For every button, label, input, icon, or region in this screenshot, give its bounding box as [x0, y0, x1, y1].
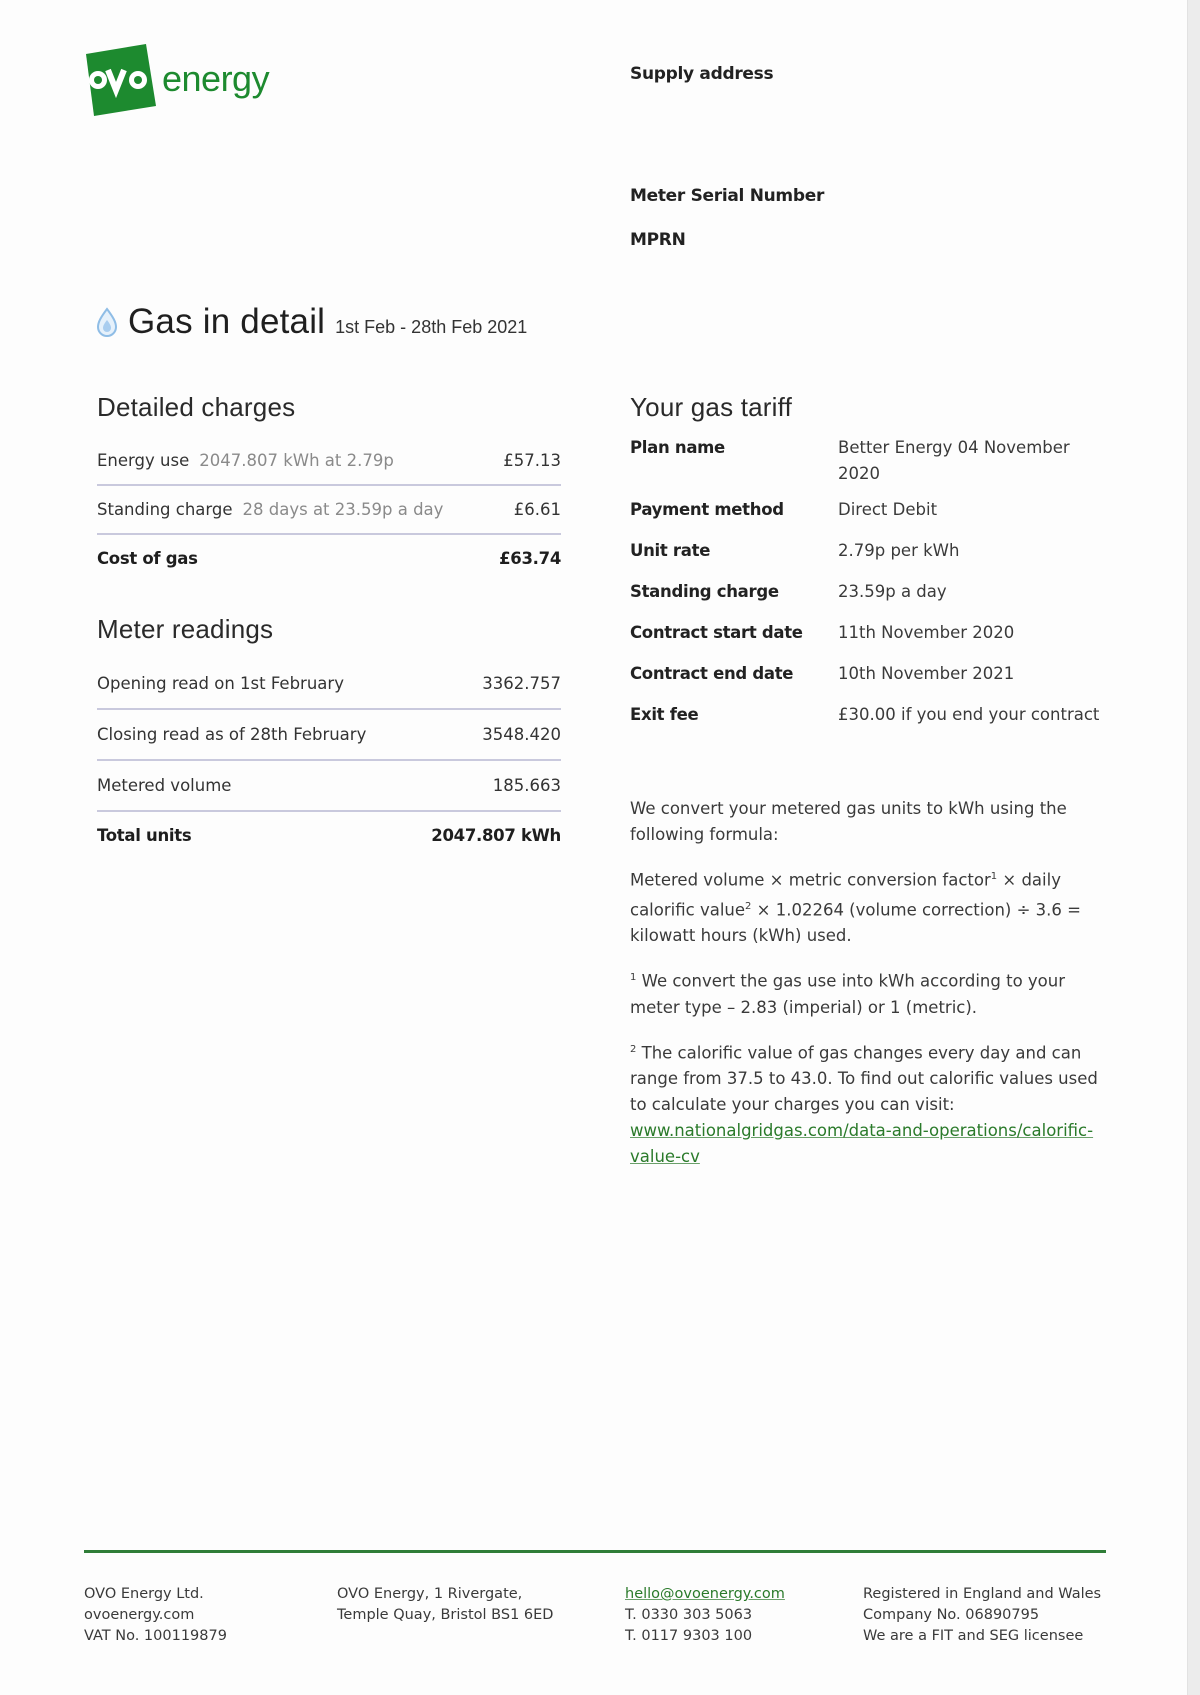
footer-company: OVO Energy Ltd. ovoenergy.com VAT No. 10…: [84, 1584, 227, 1647]
footnote-1: 1 We convert the gas use into kWh accord…: [630, 965, 1100, 1021]
gas-tariff-section: Your gas tariff Plan name Better Energy …: [630, 392, 1100, 743]
licensee-line: We are a FIT and SEG licensee: [863, 1628, 1084, 1644]
gas-drop-icon: [96, 307, 118, 337]
total-units-label: Total units: [97, 826, 192, 845]
page-title: Gas in detail 1st Feb - 28th Feb 2021: [96, 302, 527, 342]
page-heading: Gas in detail: [128, 302, 326, 341]
supply-address-label: Supply address: [630, 64, 774, 84]
reading-row: Closing read as of 28th February 3548.42…: [97, 710, 561, 761]
gas-tariff-heading: Your gas tariff: [630, 392, 792, 422]
address-line: Temple Quay, Bristol BS1 6ED: [337, 1607, 554, 1623]
tariff-row: Unit rate 2.79p per kWh: [630, 538, 1100, 564]
tariff-value: Direct Debit: [838, 500, 938, 519]
tariff-row: Standing charge 23.59p a day: [630, 579, 1100, 605]
reading-value: 3548.420: [482, 725, 561, 744]
tariff-key: Standing charge: [630, 582, 779, 601]
company-number: Company No. 06890795: [863, 1607, 1040, 1623]
charge-label: Energy use: [97, 451, 190, 470]
logo-wordmark: energy: [162, 58, 270, 99]
footer-contact: hello@ovoenergy.com T. 0330 303 5063 T. …: [625, 1584, 785, 1647]
mprn-label: MPRN: [630, 230, 686, 250]
tariff-key: Plan name: [630, 438, 725, 457]
charge-detail: 28 days at 23.59p a day: [242, 500, 444, 519]
detailed-charges-section: Detailed charges Energy use 2047.807 kWh …: [97, 392, 561, 582]
conversion-intro: We convert your metered gas units to kWh…: [630, 799, 1067, 844]
total-amount: £63.74: [499, 549, 561, 568]
tariff-key: Payment method: [630, 500, 784, 519]
footnote-text: The calorific value of gas changes every…: [630, 1043, 1098, 1114]
tariff-row: Contract start date 11th November 2020: [630, 620, 1100, 646]
total-units-value: 2047.807 kWh: [431, 826, 561, 845]
email-link[interactable]: hello@ovoenergy.com: [625, 1586, 785, 1602]
charge-row: Standing charge 28 days at 23.59p a day £…: [97, 486, 561, 535]
tariff-row: Exit fee £30.00 if you end your contract: [630, 702, 1100, 728]
charge-row: Energy use 2047.807 kWh at 2.79p £57.13: [97, 437, 561, 486]
charge-amount: £57.13: [503, 451, 561, 470]
reading-value: 185.663: [492, 776, 561, 795]
formula-text: Metered volume × metric conversion facto…: [630, 870, 991, 890]
meter-readings-heading: Meter readings: [97, 614, 274, 644]
charge-amount: £6.61: [513, 500, 561, 519]
detailed-charges-heading: Detailed charges: [97, 392, 296, 422]
tariff-value: 2.79p per kWh: [838, 541, 960, 560]
tariff-row: Plan name Better Energy 04 November 2020: [630, 435, 1100, 487]
phone-number: T. 0330 303 5063: [625, 1607, 753, 1623]
meter-serial-label: Meter Serial Number: [630, 186, 825, 206]
tariff-row: Payment method Direct Debit: [630, 497, 1100, 523]
vat-number: VAT No. 100119879: [84, 1628, 227, 1644]
footnote-2: 2 The calorific value of gas changes eve…: [630, 1037, 1100, 1171]
company-website: ovoenergy.com: [84, 1607, 195, 1623]
footer-registration: Registered in England and Wales Company …: [863, 1584, 1101, 1647]
ovo-energy-logo: energy: [84, 42, 274, 122]
footer-address: OVO Energy, 1 Rivergate, Temple Quay, Br…: [337, 1584, 553, 1626]
ovo-logo-mark-icon: [86, 44, 156, 116]
tariff-key: Unit rate: [630, 541, 711, 560]
tariff-key: Contract start date: [630, 623, 803, 642]
tariff-value: 11th November 2020: [838, 623, 1015, 642]
footer-divider: [84, 1550, 1106, 1553]
billing-period: 1st Feb - 28th Feb 2021: [335, 317, 528, 337]
meter-readings-section: Meter readings Opening read on 1st Febru…: [97, 614, 561, 859]
address-line: OVO Energy, 1 Rivergate,: [337, 1586, 523, 1602]
tariff-key: Contract end date: [630, 664, 794, 683]
conversion-notes: We convert your metered gas units to kWh…: [630, 796, 1100, 1186]
reading-label: Metered volume: [97, 776, 232, 795]
total-label: Cost of gas: [97, 549, 198, 568]
charge-detail: 2047.807 kWh at 2.79p: [199, 451, 394, 470]
tariff-value: £30.00 if you end your contract: [838, 705, 1100, 724]
tariff-key: Exit fee: [630, 705, 699, 724]
reading-row: Metered volume 185.663: [97, 761, 561, 812]
tariff-value: 23.59p a day: [838, 582, 947, 601]
reading-value: 3362.757: [482, 674, 561, 693]
total-units-row: Total units 2047.807 kWh: [97, 812, 561, 859]
reading-label: Opening read on 1st February: [97, 674, 344, 693]
page-edge: [1187, 0, 1200, 1695]
footnote-text: We convert the gas use into kWh accordin…: [630, 971, 1066, 1017]
reading-row: Opening read on 1st February 3362.757: [97, 659, 561, 710]
registration-line: Registered in England and Wales: [863, 1586, 1102, 1602]
calorific-value-link[interactable]: www.nationalgridgas.com/data-and-operati…: [630, 1121, 1093, 1166]
reading-label: Closing read as of 28th February: [97, 725, 367, 744]
phone-number: T. 0117 9303 100: [625, 1628, 753, 1644]
cost-of-gas-row: Cost of gas £63.74: [97, 535, 561, 582]
conversion-formula: Metered volume × metric conversion facto…: [630, 864, 1100, 949]
company-name: OVO Energy Ltd.: [84, 1586, 204, 1602]
tariff-value: 10th November 2021: [838, 664, 1015, 683]
tariff-row: Contract end date 10th November 2021: [630, 661, 1100, 687]
charge-label: Standing charge: [97, 500, 233, 519]
tariff-value: Better Energy 04 November 2020: [838, 438, 1070, 483]
